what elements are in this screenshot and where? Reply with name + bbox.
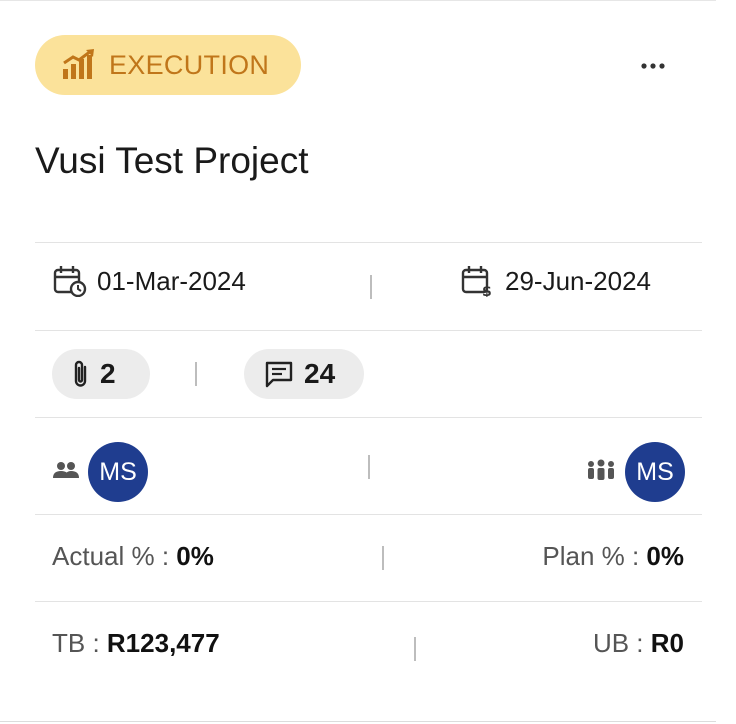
group-icon [585,459,617,486]
divider [35,601,702,602]
project-owners: MS [52,442,148,502]
stage-label: EXECUTION [109,49,270,80]
actual-value: 0% [176,541,214,571]
avatar[interactable]: MS [88,442,148,502]
tb-value: R123,477 [106,628,220,658]
plan-label: Plan % : [542,541,640,571]
users-icon [52,460,80,485]
separator [195,362,197,386]
total-budget: TB : R123,477 [52,628,220,659]
more-horizontal-icon [640,62,666,70]
end-date-value: 29-Jun-2024 [505,265,651,296]
divider [35,242,702,243]
svg-text:$: $ [482,284,492,297]
more-menu-button[interactable] [632,47,674,85]
calendar-clock-icon [53,265,87,297]
chart-growth-icon [61,49,99,81]
stage-badge[interactable]: EXECUTION [35,35,301,95]
separator [368,455,370,479]
calendar-dollar-icon: $ [461,265,495,297]
paperclip-icon [72,359,90,389]
end-date: $ 29-Jun-2024 [461,265,651,297]
project-members: MS [585,442,685,502]
start-date-value: 01-Mar-2024 [97,265,246,296]
ub-value: R0 [650,628,684,658]
project-title[interactable]: Vusi Test Project [35,140,309,182]
avatar[interactable]: MS [625,442,685,502]
attachments-count: 2 [100,358,116,389]
divider [35,417,702,418]
comment-icon [264,360,294,388]
divider [35,514,702,515]
used-budget: UB : R0 [593,628,684,659]
plan-value: 0% [646,541,684,571]
actual-label: Actual % : [52,541,170,571]
tb-label: TB : [52,628,100,658]
separator [370,275,372,299]
ub-label: UB : [592,628,644,658]
start-date: 01-Mar-2024 [53,265,246,297]
project-card[interactable]: EXECUTION Vusi Test Project 01-Mar-2024 [0,0,736,724]
attachments-button[interactable]: 2 [52,349,150,399]
comments-count: 24 [304,358,336,389]
actual-percent: Actual % : 0% [52,541,214,572]
separator [414,637,416,661]
separator [382,546,384,570]
bottom-border [0,721,716,722]
divider [35,330,702,331]
plan-percent: Plan % : 0% [542,541,684,572]
comments-button[interactable]: 24 [244,349,364,399]
